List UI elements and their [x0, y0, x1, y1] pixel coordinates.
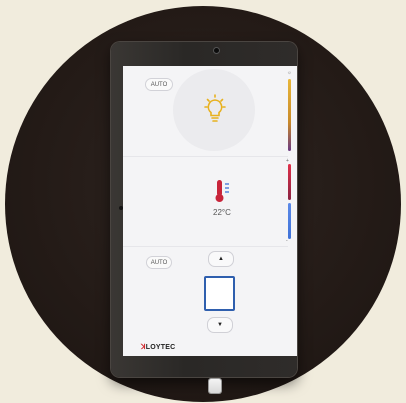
- usb-connector: [209, 379, 221, 393]
- blinds-auto-button[interactable]: AUTO: [146, 256, 172, 269]
- lighting-control-circle[interactable]: [173, 69, 255, 151]
- brightness-slider[interactable]: [288, 79, 291, 151]
- blinds-up-button[interactable]: ▲: [208, 251, 234, 267]
- minus-small-icon: -: [286, 238, 288, 244]
- loytec-logo-text: LOYTEC: [145, 344, 176, 351]
- thermometer-icon: [215, 180, 229, 202]
- cooling-slider[interactable]: [288, 203, 291, 239]
- touch-screen: AUTO ☼ 22°C + - AUTO ▲ ▼ ꓘLOYTEC: [123, 66, 297, 356]
- blinds-down-button[interactable]: ▼: [207, 317, 233, 333]
- lightbulb-icon: [204, 94, 226, 122]
- lighting-auto-button[interactable]: AUTO: [145, 78, 173, 91]
- lighting-auto-label: AUTO: [150, 81, 168, 88]
- section-divider-2: [123, 246, 288, 247]
- section-divider: [123, 156, 288, 157]
- blinds-position-indicator[interactable]: [204, 276, 235, 311]
- heating-slider[interactable]: [288, 164, 291, 200]
- blinds-auto-label: AUTO: [150, 259, 168, 266]
- down-arrow-icon: ▼: [217, 322, 223, 328]
- front-camera: [214, 48, 219, 53]
- sun-small-icon: ☼: [287, 70, 292, 76]
- loytec-logo: ꓘLOYTEC: [141, 343, 175, 351]
- up-arrow-icon: ▲: [218, 256, 224, 262]
- temperature-readout: 22°C: [213, 208, 231, 217]
